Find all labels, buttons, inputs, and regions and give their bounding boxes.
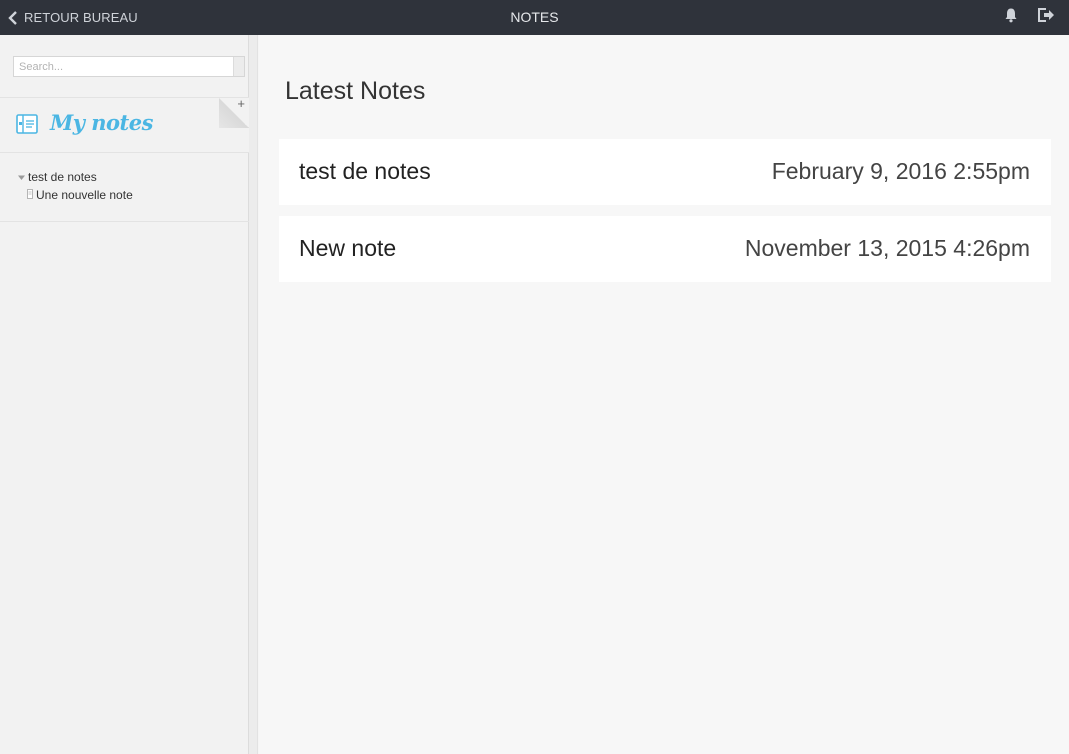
notes-tree: test de notes Une nouvelle note [0, 153, 249, 222]
note-date: November 13, 2015 4:26pm [744, 235, 1030, 261]
bell-icon[interactable] [1003, 7, 1019, 28]
chevron-left-icon [8, 10, 18, 25]
note-title: New note [299, 235, 397, 261]
note-card[interactable]: New note November 13, 2015 4:26pm [279, 216, 1051, 282]
note-card[interactable]: test de notes February 9, 2016 2:55pm [279, 139, 1051, 205]
note-file-icon [27, 188, 33, 202]
logout-icon[interactable] [1037, 7, 1055, 28]
sidebar-resize-handle[interactable] [249, 35, 258, 754]
back-label: RETOUR BUREAU [24, 10, 138, 25]
search-input[interactable] [14, 57, 234, 77]
add-note-button[interactable]: + [237, 97, 245, 111]
sidebar: My notes + test de notes Une nouvelle no… [0, 35, 249, 754]
back-to-desktop-link[interactable]: RETOUR BUREAU [8, 0, 138, 35]
notebook-icon [16, 113, 38, 140]
notebook-header: My notes + [0, 97, 249, 153]
note-date: February 9, 2016 2:55pm [771, 158, 1030, 184]
tree-folder[interactable]: test de notes [18, 170, 97, 184]
tree-note-label: Une nouvelle note [36, 188, 133, 202]
main-content: Latest Notes test de notes February 9, 2… [259, 35, 1069, 754]
top-bar: RETOUR BUREAU NOTES [0, 0, 1069, 35]
search-box [13, 56, 245, 77]
search-button[interactable] [233, 57, 244, 76]
notebook-title: My notes [50, 110, 153, 135]
tree-note-item[interactable]: Une nouvelle note [27, 188, 133, 202]
tree-folder-label: test de notes [28, 170, 97, 184]
caret-down-icon[interactable] [18, 170, 25, 184]
page-title: Latest Notes [285, 77, 426, 105]
app-title: NOTES [510, 9, 559, 25]
note-title: test de notes [299, 158, 431, 184]
